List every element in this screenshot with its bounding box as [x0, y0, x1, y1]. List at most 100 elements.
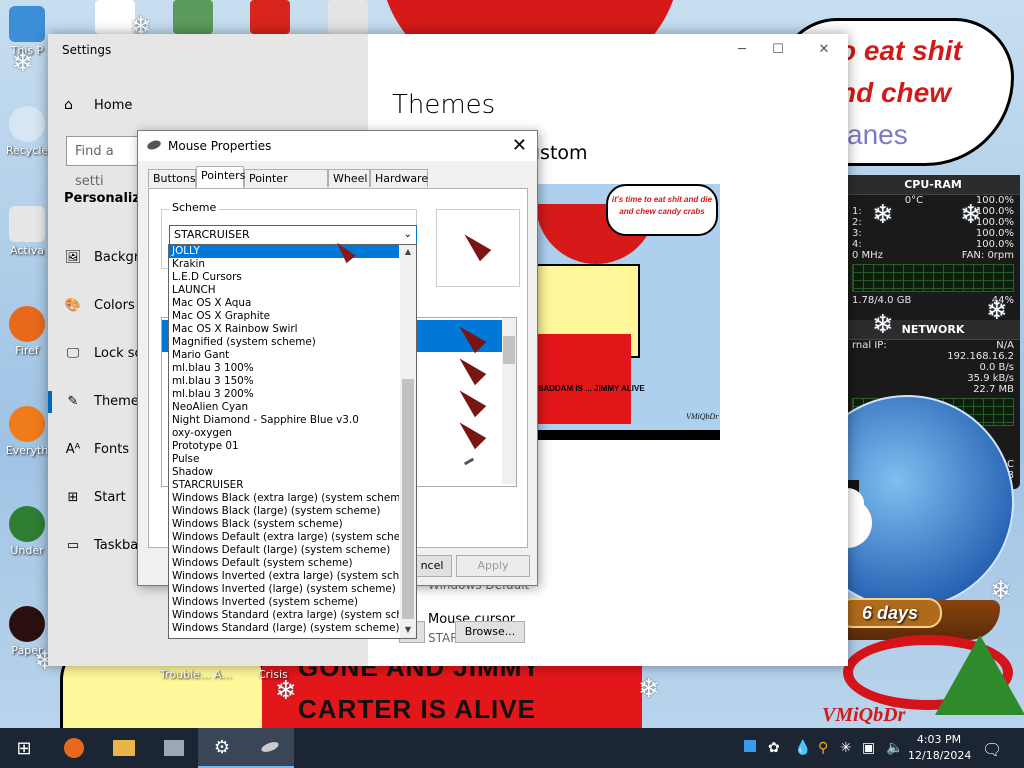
- scheme-option[interactable]: Prototype 01: [169, 440, 399, 453]
- scheme-option[interactable]: Magnified (system scheme): [169, 336, 399, 349]
- scroll-down-icon[interactable]: ▼: [400, 623, 416, 637]
- scheme-option[interactable]: Windows Inverted (system scheme): [169, 596, 399, 609]
- scheme-option[interactable]: Windows Default (system scheme): [169, 557, 399, 570]
- start-button[interactable]: ⊞: [0, 728, 48, 768]
- dropdown-scrollbar-thumb[interactable]: [402, 379, 414, 619]
- desktop-app-icon-4[interactable]: [328, 0, 368, 34]
- scheme-option[interactable]: STARCRUISER: [169, 479, 399, 492]
- scheme-option[interactable]: Mac OS X Rainbow Swirl: [169, 323, 399, 336]
- desktop-icon-everything[interactable]: Everyth: [2, 406, 52, 457]
- scheme-option[interactable]: L.E.D Cursors: [169, 271, 399, 284]
- scheme-dropdown-list[interactable]: JOLLY Krakin L.E.D Cursors LAUNCH Mac OS X A…: [168, 244, 417, 639]
- scheme-option[interactable]: Windows Black (large) (system scheme): [169, 505, 399, 518]
- snowflake-icon: ❄: [986, 296, 1008, 326]
- nav-item-background[interactable]: 🖼 Backgro: [48, 243, 148, 273]
- scheme-option[interactable]: ml.blau 3 200%: [169, 388, 399, 401]
- precision-cursor-icon: [463, 457, 475, 466]
- scheme-option[interactable]: Night Diamond - Sapphire Blue v3.0: [169, 414, 399, 427]
- scheme-option[interactable]: Windows Default (extra large) (system sc…: [169, 531, 399, 544]
- window-title: Settings: [62, 43, 112, 57]
- scheme-dropdown[interactable]: STARCRUISER ⌄: [169, 225, 417, 245]
- cursor-list-scrollbar[interactable]: [502, 318, 516, 484]
- scheme-option[interactable]: Shadow: [169, 466, 399, 479]
- desktop-icon-label[interactable]: Trouble... A...: [160, 668, 232, 681]
- home-nav-item[interactable]: ⌂ Home: [64, 97, 132, 113]
- wallpaper-signature: VMiQbDr: [822, 704, 906, 726]
- tab-buttons[interactable]: Buttons: [148, 169, 196, 187]
- mcdonalds-icon[interactable]: [250, 0, 290, 34]
- tab-pointers[interactable]: Pointers: [196, 166, 245, 188]
- scheme-option[interactable]: Windows Inverted (large) (system scheme): [169, 583, 399, 596]
- nav-item-taskbar[interactable]: ▭ Taskba: [48, 531, 148, 561]
- tray-app-icon[interactable]: ✿: [768, 740, 780, 756]
- scheme-option[interactable]: Windows Black (extra large) (system sche…: [169, 492, 399, 505]
- dropdown-scrollbar[interactable]: ▲ ▼: [400, 245, 416, 638]
- scheme-option[interactable]: Mac OS X Aqua: [169, 297, 399, 310]
- volume-icon[interactable]: 🔈: [886, 740, 903, 756]
- scheme-option[interactable]: Mario Gant: [169, 349, 399, 362]
- scheme-option[interactable]: Windows Default (large) (system scheme): [169, 544, 399, 557]
- browse-button[interactable]: Browse...: [455, 621, 525, 643]
- taskbar-clock[interactable]: 4:03 PM 12/18/2024: [908, 732, 971, 764]
- maximize-button[interactable]: ☐: [768, 42, 788, 57]
- notifications-icon[interactable]: 🗨: [982, 740, 1002, 759]
- home-icon: ⌂: [64, 97, 73, 113]
- scheme-option[interactable]: ml.blau 3 150%: [169, 375, 399, 388]
- desktop-app-icon-2[interactable]: [173, 0, 213, 34]
- network-icon[interactable]: ▣: [862, 740, 875, 756]
- nav-item-start[interactable]: ⊞ Start: [48, 483, 148, 513]
- nav-item-themes[interactable]: ✎ Theme: [48, 387, 148, 417]
- scheme-option[interactable]: Windows Standard (large) (system scheme): [169, 622, 399, 635]
- dialog-title: Mouse Properties: [168, 139, 272, 153]
- tray-search-icon[interactable]: ⚲: [818, 740, 828, 756]
- tab-wheel[interactable]: Wheel: [328, 169, 370, 187]
- taskbar: ⊞ ⚙ ✿ 💧 ⚲ ✳ ▣ 🔈 4:03 PM 12/18/2024 🗨: [0, 728, 1024, 768]
- scroll-up-icon[interactable]: ▲: [400, 245, 416, 259]
- scheme-option[interactable]: LAUNCH: [169, 284, 399, 297]
- apply-button[interactable]: Apply: [456, 555, 530, 577]
- close-icon[interactable]: ✕: [512, 135, 527, 156]
- tab-hardware[interactable]: Hardware: [370, 169, 428, 187]
- home-label: Home: [94, 98, 133, 113]
- tray-drop-icon[interactable]: 💧: [794, 740, 811, 756]
- tray-blue-square-icon[interactable]: [744, 740, 756, 756]
- scheme-option[interactable]: JOLLY: [169, 245, 399, 258]
- scrollbar-thumb[interactable]: [503, 336, 515, 364]
- scheme-option[interactable]: Windows Inverted (extra large) (system s…: [169, 570, 399, 583]
- nav-item-colors[interactable]: 🎨 Colors: [48, 291, 148, 321]
- scheme-option[interactable]: Pulse: [169, 453, 399, 466]
- nav-item-lock-screen[interactable]: 🖵 Lock sc: [48, 339, 148, 369]
- taskbar-mouse-properties[interactable]: [246, 728, 294, 768]
- desktop-icon-firefox[interactable]: Firef: [2, 306, 52, 357]
- desktop-icon-undertale[interactable]: Under: [2, 506, 52, 557]
- tab-pointer-options[interactable]: Pointer Options: [244, 169, 328, 203]
- scheme-option[interactable]: ml.blau 3 100%: [169, 362, 399, 375]
- desktop-icon-label: Everyth: [5, 444, 49, 457]
- cancel-button[interactable]: ncel: [412, 555, 452, 577]
- net-row: 0.0 B/s: [979, 362, 1014, 373]
- tray-sun-icon[interactable]: ✳: [840, 740, 852, 756]
- scheme-option[interactable]: Mac OS X Graphite: [169, 310, 399, 323]
- scheme-option[interactable]: Windows Standard (extra large) (system s…: [169, 609, 399, 622]
- taskbar-file-explorer[interactable]: [100, 728, 148, 768]
- minimize-button[interactable]: ─: [732, 42, 752, 57]
- scheme-option[interactable]: oxy-oxygen: [169, 427, 399, 440]
- desktop-icon-activate[interactable]: Activa: [2, 206, 52, 257]
- scheme-option[interactable]: NeoAlien Cyan: [169, 401, 399, 414]
- nav-item-fonts[interactable]: Aᴬ Fonts: [48, 435, 148, 465]
- snowflake-icon: ❄: [12, 48, 34, 78]
- scheme-option[interactable]: Krakin: [169, 258, 399, 271]
- taskbar-firefox[interactable]: [50, 728, 98, 768]
- scheme-option[interactable]: Windows Black (system scheme): [169, 518, 399, 531]
- start-grid-icon: ⊞: [67, 490, 79, 505]
- photos-icon: [164, 740, 184, 756]
- settings-search-input[interactable]: Find a setti: [66, 136, 146, 189]
- net-row: 192.168.16.2: [947, 351, 1014, 362]
- close-button[interactable]: ✕: [814, 42, 834, 57]
- taskbar-settings[interactable]: ⚙: [198, 728, 246, 768]
- desktop-icon-recycle-bin[interactable]: Recycle: [2, 106, 52, 157]
- preview-shirt: [536, 334, 631, 424]
- taskbar-photos[interactable]: [150, 728, 198, 768]
- desktop-icon-label: Firef: [15, 344, 39, 357]
- desktop-app-icon-1[interactable]: [95, 0, 135, 34]
